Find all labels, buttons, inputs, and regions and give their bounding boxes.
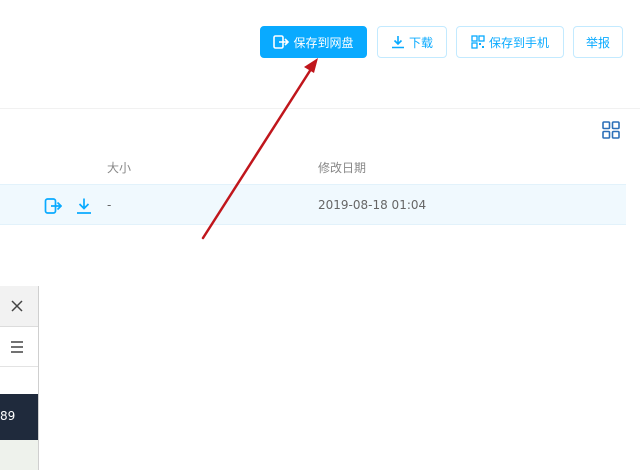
panel-partial-text: 89 <box>0 409 16 423</box>
panel-dark-block: 89 <box>0 394 38 440</box>
save-to-disk-icon <box>273 35 290 49</box>
toolbar-divider <box>0 108 640 109</box>
file-size: - <box>107 198 112 212</box>
grid-view-icon[interactable] <box>602 121 620 139</box>
panel-header <box>0 286 38 327</box>
hamburger-menu-icon[interactable] <box>10 340 24 354</box>
download-button[interactable]: 下载 <box>377 26 447 58</box>
save-to-phone-label: 保存到手机 <box>488 35 549 50</box>
column-header-size[interactable]: 大小 <box>107 159 131 176</box>
save-to-disk-button[interactable]: 保存到网盘 <box>260 26 367 58</box>
save-to-disk-label: 保存到网盘 <box>293 35 354 50</box>
save-to-phone-button[interactable]: 保存到手机 <box>456 26 564 58</box>
download-icon <box>391 36 404 49</box>
close-icon[interactable] <box>9 298 25 314</box>
file-modified-date: 2019-08-18 01:04 <box>318 198 427 212</box>
map-thumbnail <box>0 440 38 470</box>
column-header-modified[interactable]: 修改日期 <box>318 159 366 176</box>
panel-divider <box>0 366 38 367</box>
download-label: 下载 <box>408 35 433 50</box>
qr-code-icon <box>471 35 485 49</box>
download-icon[interactable] <box>75 197 93 215</box>
save-to-disk-icon[interactable] <box>44 197 62 215</box>
side-panel: 89 <box>0 286 39 470</box>
annotation-arrow <box>201 58 318 240</box>
report-button[interactable]: 举报 <box>573 26 623 58</box>
report-label: 举报 <box>585 35 610 50</box>
table-row[interactable]: - 2019-08-18 01:04 <box>0 184 626 225</box>
